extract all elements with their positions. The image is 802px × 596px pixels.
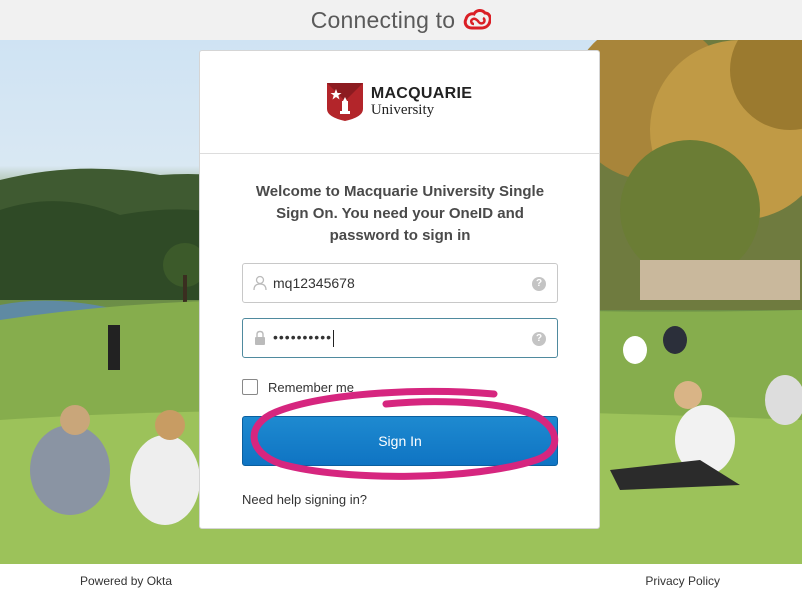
sign-in-button[interactable]: Sign In	[242, 416, 558, 466]
remember-me-label[interactable]: Remember me	[268, 380, 354, 395]
text-caret	[333, 329, 335, 347]
help-signing-in-link[interactable]: Need help signing in?	[242, 492, 367, 507]
username-help-icon[interactable]: ?	[532, 277, 546, 291]
powered-by-okta: Powered by Okta	[80, 574, 173, 588]
logo-line1: MACQUARIE	[370, 85, 473, 102]
logo-line2: University	[370, 102, 435, 118]
privacy-policy-link[interactable]: Privacy Policy	[645, 574, 720, 588]
user-icon	[253, 275, 267, 291]
card-header: MACQUARIE University	[200, 51, 599, 154]
username-field[interactable]: mq12345678 ?	[242, 263, 558, 303]
adobe-creative-cloud-icon	[464, 9, 492, 30]
password-help-icon[interactable]: ?	[532, 332, 546, 346]
lock-icon	[255, 330, 265, 345]
password-field[interactable]: •••••••••• ?	[242, 318, 558, 358]
macquarie-logo: MACQUARIE University	[326, 83, 473, 121]
remember-me[interactable]: Remember me	[242, 379, 354, 395]
macquarie-crest-icon	[326, 83, 363, 121]
login-card: MACQUARIE University Welcome to Macquari…	[199, 50, 600, 529]
username-value[interactable]: mq12345678	[273, 275, 355, 291]
connecting-title: Connecting to	[310, 6, 456, 33]
welcome-message: Welcome to Macquarie University Single S…	[255, 183, 545, 244]
page-footer: Powered by Okta Privacy Policy	[0, 564, 802, 596]
password-value[interactable]: ••••••••••	[273, 329, 335, 347]
remember-me-checkbox[interactable]	[242, 379, 258, 395]
connecting-header: Connecting to	[0, 0, 802, 40]
